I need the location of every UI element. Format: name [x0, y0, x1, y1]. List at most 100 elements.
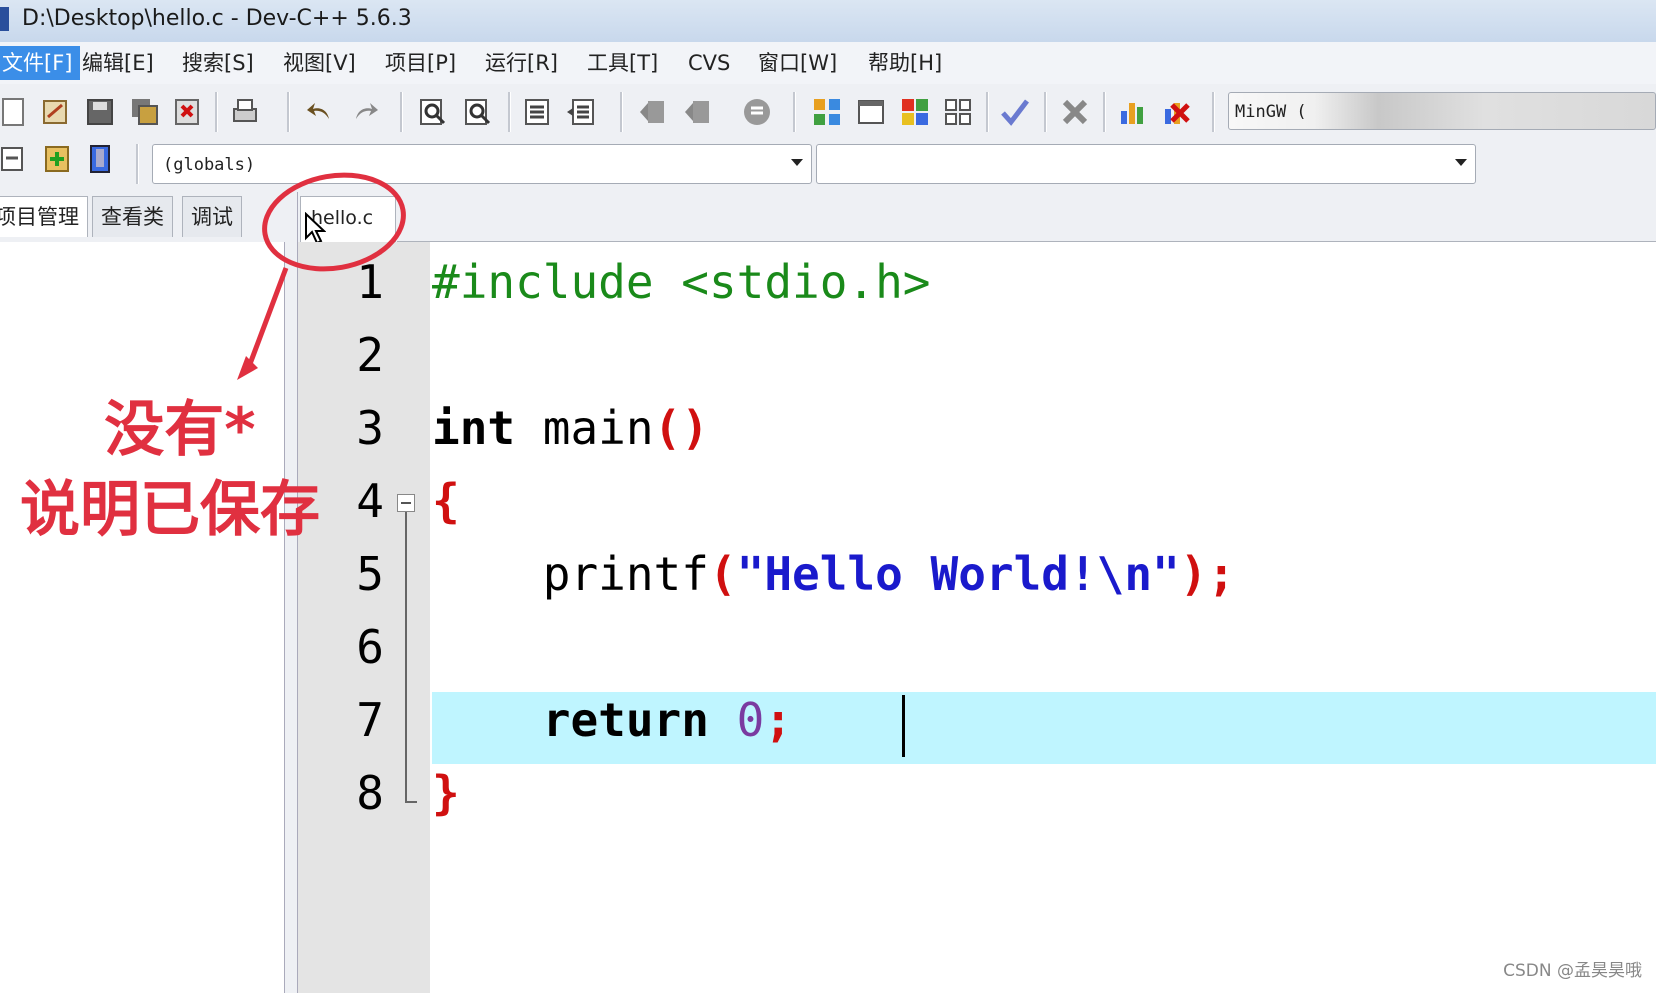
identifier: main	[515, 401, 654, 455]
annotation-line: 说明已保存	[20, 475, 320, 545]
insert-icon[interactable]	[0, 144, 30, 174]
toolbar-separator	[400, 92, 403, 132]
toolbar-separator	[1212, 92, 1215, 132]
symbol: (	[708, 547, 737, 601]
print-icon[interactable]	[230, 97, 260, 127]
compiler-select-value: MinGW (	[1235, 102, 1307, 122]
window-title: D:\Desktop\hello.c - Dev-C++ 5.6.3	[22, 6, 412, 31]
toggle-bookmark-icon[interactable]	[85, 144, 115, 174]
mouse-cursor-icon	[305, 212, 326, 245]
fold-guide-end	[405, 801, 417, 803]
toolbar-separator	[508, 92, 511, 132]
new-file-icon[interactable]	[0, 97, 30, 127]
add-file-icon[interactable]	[42, 144, 72, 174]
symbol: ;	[764, 693, 793, 747]
tile-colored-icon[interactable]	[900, 97, 930, 127]
function-select[interactable]	[816, 144, 1476, 184]
toolbar-separator	[1044, 92, 1047, 132]
save-icon[interactable]	[85, 97, 115, 127]
toolbar-separator	[1103, 92, 1106, 132]
panel-tab-row: 项目管理 查看类 调试	[0, 192, 1656, 242]
menu-tools[interactable]: 工具[T]	[587, 46, 658, 80]
string-literal: "Hello World!\n"	[736, 547, 1180, 601]
menu-file[interactable]: 文件[F]	[0, 46, 81, 80]
bookmark-prev-icon[interactable]	[638, 97, 668, 127]
menu-bar: 文件[F] 编辑[E] 搜索[S] 视图[V] 项目[P] 运行[R] 工具[T…	[0, 42, 1656, 84]
replace-icon[interactable]	[463, 97, 493, 127]
bookmark-next-icon[interactable]	[683, 97, 713, 127]
keyword: return	[432, 693, 709, 747]
scope-select[interactable]: (globals)	[152, 144, 812, 184]
toolbar-separator	[986, 92, 989, 132]
annotation-text: 没有* 说明已保存	[0, 390, 360, 550]
panel-splitter[interactable]	[285, 192, 298, 993]
scope-select-value: (globals)	[163, 155, 256, 175]
window-icon[interactable]	[856, 97, 886, 127]
line-number: 7	[356, 693, 384, 747]
compiler-select[interactable]: MinGW (	[1228, 92, 1656, 130]
symbol: ()	[653, 401, 709, 455]
menu-search[interactable]: 搜索[S]	[182, 46, 254, 80]
app-icon	[0, 7, 9, 31]
chevron-down-icon	[791, 159, 803, 166]
code-editor[interactable]	[432, 242, 1656, 993]
save-all-icon[interactable]	[130, 97, 160, 127]
undo-icon[interactable]	[305, 97, 335, 127]
profile-chart-icon[interactable]	[1118, 97, 1148, 127]
menu-window[interactable]: 窗口[W]	[758, 46, 837, 80]
preprocessor-directive: #include <stdio.h>	[432, 255, 931, 309]
toolbar-separator	[620, 92, 623, 132]
text-caret	[902, 695, 905, 757]
redo-icon[interactable]	[350, 97, 380, 127]
main-toolbar: MinGW (	[0, 84, 1656, 140]
symbol: );	[1179, 547, 1236, 601]
tab-debug[interactable]: 调试	[182, 196, 242, 237]
line-number: 8	[356, 766, 384, 820]
identifier: printf	[432, 547, 709, 601]
line-number: 6	[356, 620, 384, 674]
keyword: int	[432, 401, 516, 455]
menu-view[interactable]: 视图[V]	[283, 46, 356, 80]
open-file-icon[interactable]	[40, 97, 70, 127]
indent-icon[interactable]	[522, 97, 552, 127]
toolbar-separator	[215, 92, 218, 132]
menu-cvs[interactable]: CVS	[688, 46, 730, 80]
title-bar: D:\Desktop\hello.c - Dev-C++ 5.6.3	[0, 0, 1656, 42]
code-line: return 0;	[432, 684, 792, 757]
check-syntax-icon[interactable]	[1000, 97, 1030, 127]
code-line: printf("Hello World!\n");	[432, 538, 1235, 611]
menu-run[interactable]: 运行[R]	[485, 46, 558, 80]
chevron-down-icon	[1455, 159, 1467, 166]
menu-edit[interactable]: 编辑[E]	[82, 46, 154, 80]
tab-project-manager[interactable]: 项目管理	[0, 196, 88, 237]
line-number: 2	[356, 328, 384, 382]
tab-class-browser[interactable]: 查看类	[92, 196, 173, 237]
find-icon[interactable]	[418, 97, 448, 127]
delete-profile-icon[interactable]	[1162, 97, 1192, 127]
fold-guide	[405, 512, 407, 803]
code-line: int main()	[432, 392, 709, 465]
new-project-icon[interactable]	[812, 97, 842, 127]
close-file-icon[interactable]	[173, 97, 203, 127]
collapse-icon	[401, 502, 411, 504]
watermark: CSDN @孟昊昊哦	[1503, 961, 1642, 981]
secondary-toolbar: (globals)	[0, 140, 1656, 192]
menu-project[interactable]: 项目[P]	[385, 46, 456, 80]
tile-grid-icon[interactable]	[943, 97, 973, 127]
annotation-line: 没有*	[104, 395, 256, 465]
unindent-icon[interactable]	[565, 97, 595, 127]
project-panel	[0, 242, 285, 993]
code-line: }	[432, 757, 460, 830]
line-number: 1	[356, 255, 384, 309]
toolbar-separator	[793, 92, 796, 132]
menu-help[interactable]: 帮助[H]	[868, 46, 942, 80]
stop-icon[interactable]	[1060, 97, 1090, 127]
number-literal: 0	[736, 693, 765, 747]
symbol: {	[432, 474, 460, 528]
code-line: {	[432, 465, 460, 538]
toolbar-separator	[136, 144, 139, 184]
goto-line-icon[interactable]	[742, 97, 772, 127]
toolbar-separator	[287, 92, 290, 132]
code-line: #include <stdio.h>	[432, 246, 931, 319]
